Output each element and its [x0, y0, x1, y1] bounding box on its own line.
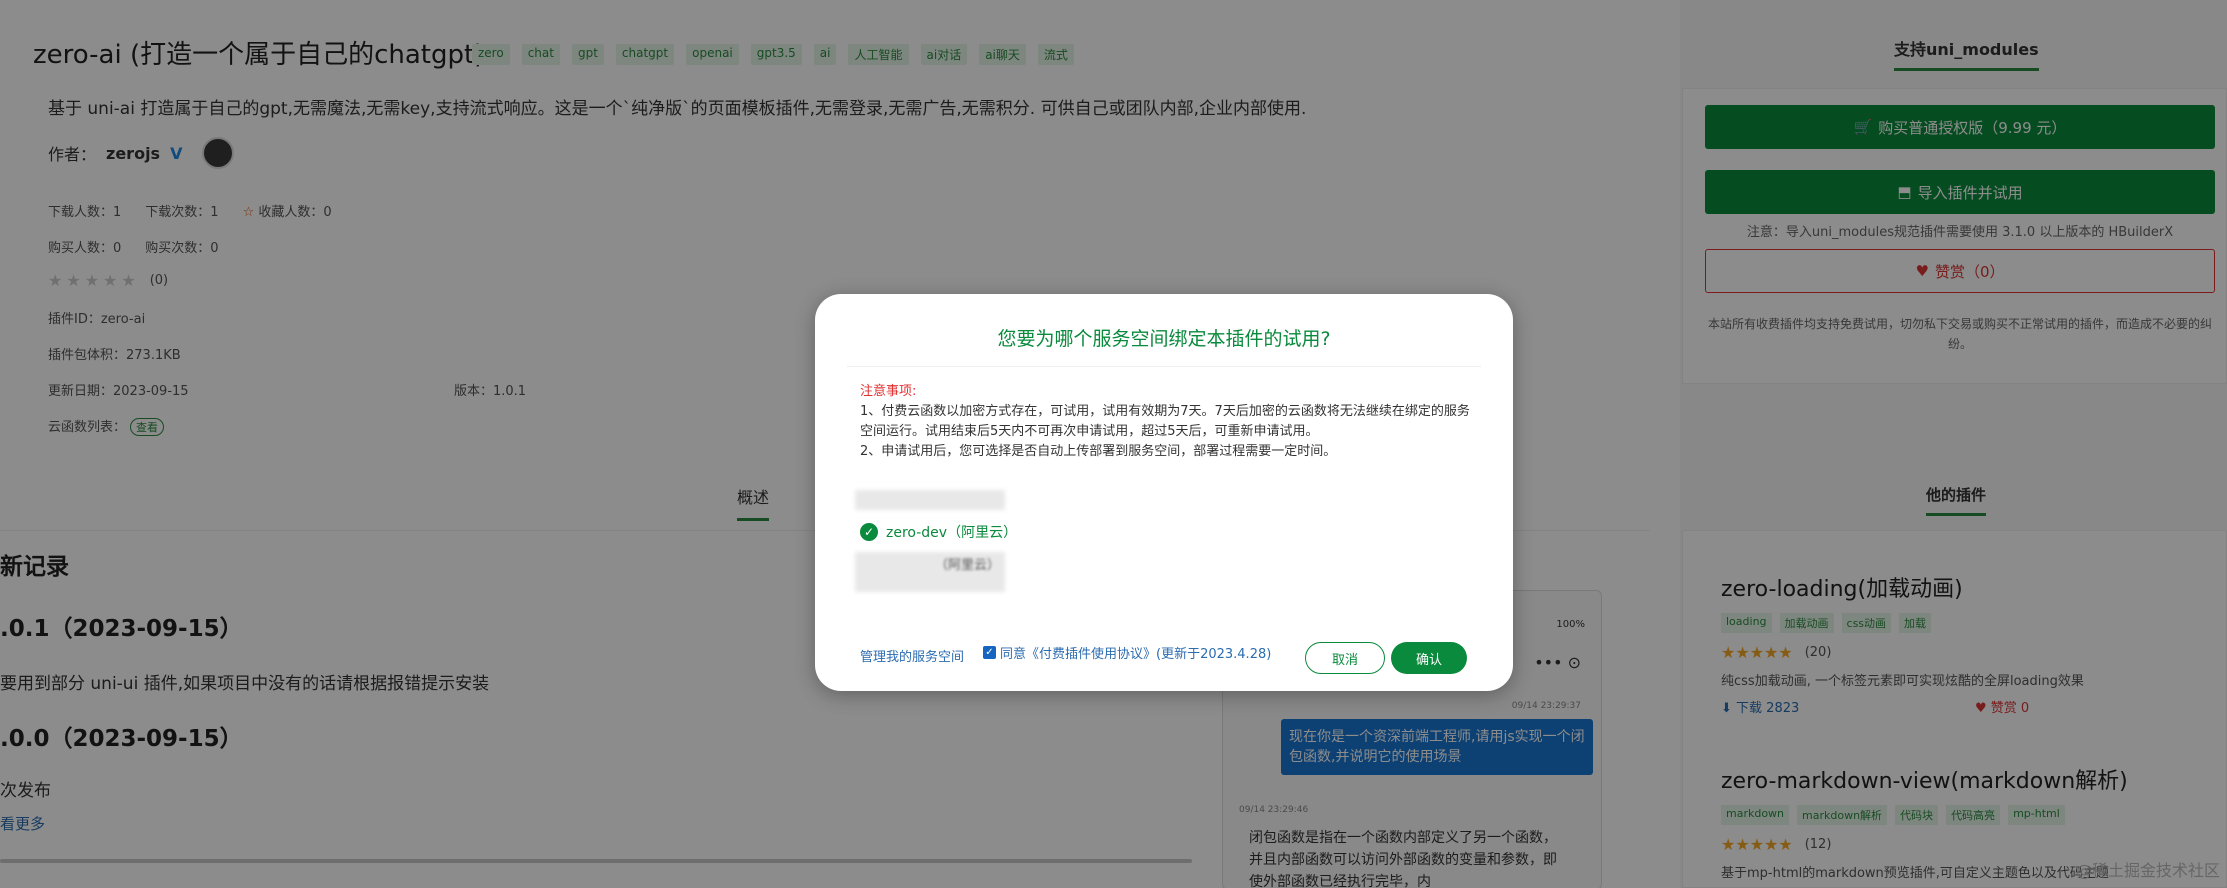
blurred-option-label: （阿里云）	[935, 558, 1001, 573]
bind-space-dialog: 您要为哪个服务空间绑定本插件的试用? 注意事项: 1、付费云函数以加密方式存在，…	[815, 294, 1513, 691]
blurred-space-option[interactable]	[855, 490, 1005, 510]
cancel-button[interactable]: 取消	[1305, 642, 1385, 674]
space-option-selected[interactable]: ✓ zero-dev（阿里云）	[860, 522, 1017, 542]
agree-checkbox[interactable]: ✓ 同意《付费插件使用协议》(更新于2023.4.28)	[983, 643, 1271, 662]
divider	[847, 366, 1481, 367]
checkbox-checked-icon[interactable]: ✓	[983, 646, 996, 659]
space-option-label: zero-dev（阿里云）	[886, 525, 1018, 541]
check-circle-icon: ✓	[860, 523, 878, 541]
agree-label[interactable]: 同意《付费插件使用协议》(更新于2023.4.28)	[1000, 643, 1271, 662]
note-2: 2、申请试用后，您可选择是否自动上传部署到服务空间，部署过程需要一定时间。	[860, 444, 1337, 459]
note-1: 1、付费云函数以加密方式存在，可试用，试用有效期为7天。7天后加密的云函数将无法…	[860, 404, 1470, 439]
manage-spaces-link[interactable]: 管理我的服务空间	[860, 646, 964, 665]
notes-heading: 注意事项:	[860, 384, 917, 399]
confirm-button[interactable]: 确认	[1391, 642, 1467, 674]
dialog-notes: 注意事项: 1、付费云函数以加密方式存在，可试用，试用有效期为7天。7天后加密的…	[860, 382, 1480, 462]
dialog-title: 您要为哪个服务空间绑定本插件的试用?	[997, 328, 1331, 350]
